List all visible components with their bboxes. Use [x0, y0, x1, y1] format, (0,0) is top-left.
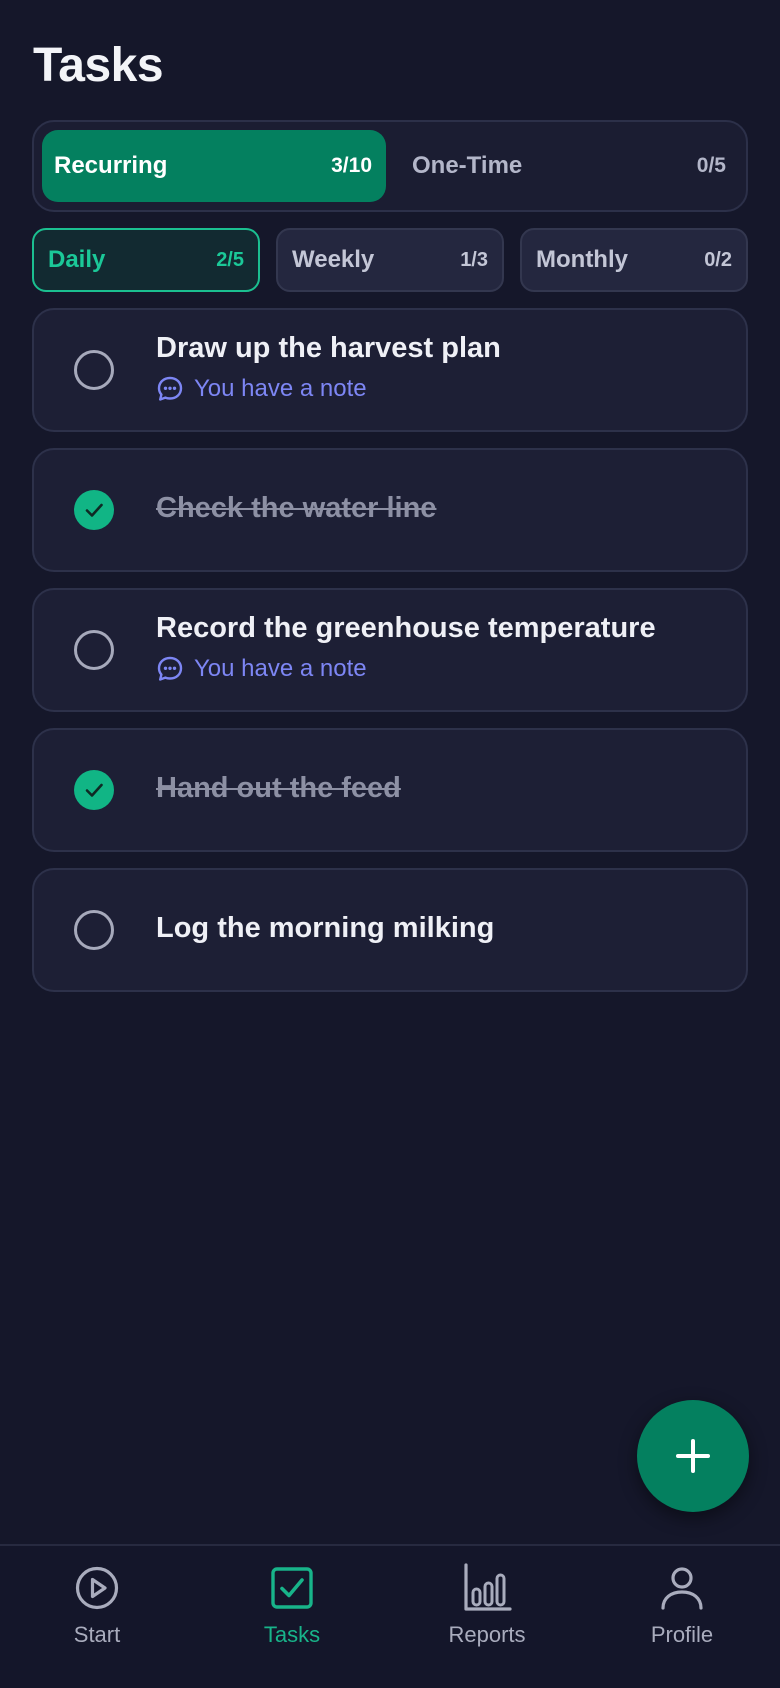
- plus-icon: [676, 1439, 710, 1473]
- bar-chart-icon: [461, 1562, 513, 1614]
- bottom-nav: Start Tasks Reports Profile: [0, 1544, 780, 1688]
- nav-label: Tasks: [263, 1622, 321, 1647]
- task-checkbox[interactable]: [74, 350, 114, 390]
- period-chip-label: Monthly: [536, 246, 628, 273]
- task-text: Record the greenhouse temperature You ha…: [156, 612, 726, 683]
- period-chip-count: 2/5: [216, 248, 244, 271]
- task-list: Draw up the harvest plan You have a note: [32, 308, 748, 1008]
- task-card[interactable]: Hand out the feed: [32, 728, 748, 852]
- task-text: Check the water line: [156, 492, 726, 525]
- task-text: Log the morning milking: [156, 912, 726, 945]
- task-text: Hand out the feed: [156, 772, 726, 805]
- task-card[interactable]: Draw up the harvest plan You have a note: [32, 308, 748, 432]
- tab-one-time-label: One-Time: [412, 152, 523, 179]
- task-checkbox[interactable]: [74, 910, 114, 950]
- task-checkbox[interactable]: [74, 630, 114, 670]
- add-task-button[interactable]: [637, 1400, 749, 1512]
- nav-label: Reports: [448, 1622, 526, 1647]
- period-chip-count: 0/2: [704, 248, 732, 271]
- page-title: Tasks: [33, 39, 164, 92]
- period-chip-weekly[interactable]: Weekly 1/3: [276, 228, 504, 292]
- nav-item-reports[interactable]: Reports: [397, 1562, 577, 1648]
- tab-recurring-label: Recurring: [54, 152, 168, 179]
- tasks-screen: Tasks Recurring 3/10 One-Time 0/5 Daily …: [0, 0, 780, 1688]
- checkmark-icon: [85, 783, 103, 797]
- task-type-segmented-control: Recurring 3/10 One-Time 0/5: [32, 120, 748, 212]
- nav-item-profile[interactable]: Profile: [592, 1562, 772, 1648]
- tab-one-time[interactable]: One-Time 0/5: [400, 130, 740, 202]
- period-chip-count: 1/3: [460, 248, 488, 271]
- period-chip-label: Weekly: [292, 246, 375, 273]
- task-card[interactable]: Check the water line: [32, 448, 748, 572]
- task-text: Draw up the harvest plan You have a note: [156, 332, 726, 403]
- checkbox-icon: [266, 1562, 318, 1614]
- period-chip-monthly[interactable]: Monthly 0/2: [520, 228, 748, 292]
- task-title: Check the water line: [156, 492, 437, 524]
- task-note[interactable]: You have a note: [156, 655, 726, 683]
- tab-one-time-count: 0/5: [696, 154, 726, 177]
- nav-item-tasks[interactable]: Tasks: [202, 1562, 382, 1648]
- play-circle-icon: [71, 1562, 123, 1614]
- tab-recurring-count: 3/10: [331, 154, 372, 177]
- period-chip-label: Daily: [48, 246, 106, 273]
- chat-bubble-icon: [157, 376, 183, 401]
- task-title: Draw up the harvest plan: [156, 332, 501, 364]
- task-title: Hand out the feed: [156, 772, 401, 804]
- task-note[interactable]: You have a note: [156, 375, 726, 403]
- task-checkbox-checked[interactable]: [74, 490, 114, 530]
- nav-label: Profile: [650, 1622, 714, 1647]
- task-title: Record the greenhouse temperature: [156, 612, 656, 644]
- nav-label: Start: [73, 1622, 121, 1647]
- task-note-text: You have a note: [194, 375, 367, 402]
- task-checkbox-checked[interactable]: [74, 770, 114, 810]
- task-card[interactable]: Record the greenhouse temperature You ha…: [32, 588, 748, 712]
- nav-item-start[interactable]: Start: [7, 1562, 187, 1648]
- task-card[interactable]: Log the morning milking: [32, 868, 748, 992]
- chat-bubble-icon: [157, 656, 183, 681]
- checkmark-icon: [85, 503, 103, 517]
- task-note-text: You have a note: [194, 655, 367, 682]
- person-icon: [656, 1562, 708, 1614]
- period-chip-daily[interactable]: Daily 2/5: [32, 228, 260, 292]
- tab-recurring[interactable]: Recurring 3/10: [42, 130, 386, 202]
- task-title: Log the morning milking: [156, 912, 495, 944]
